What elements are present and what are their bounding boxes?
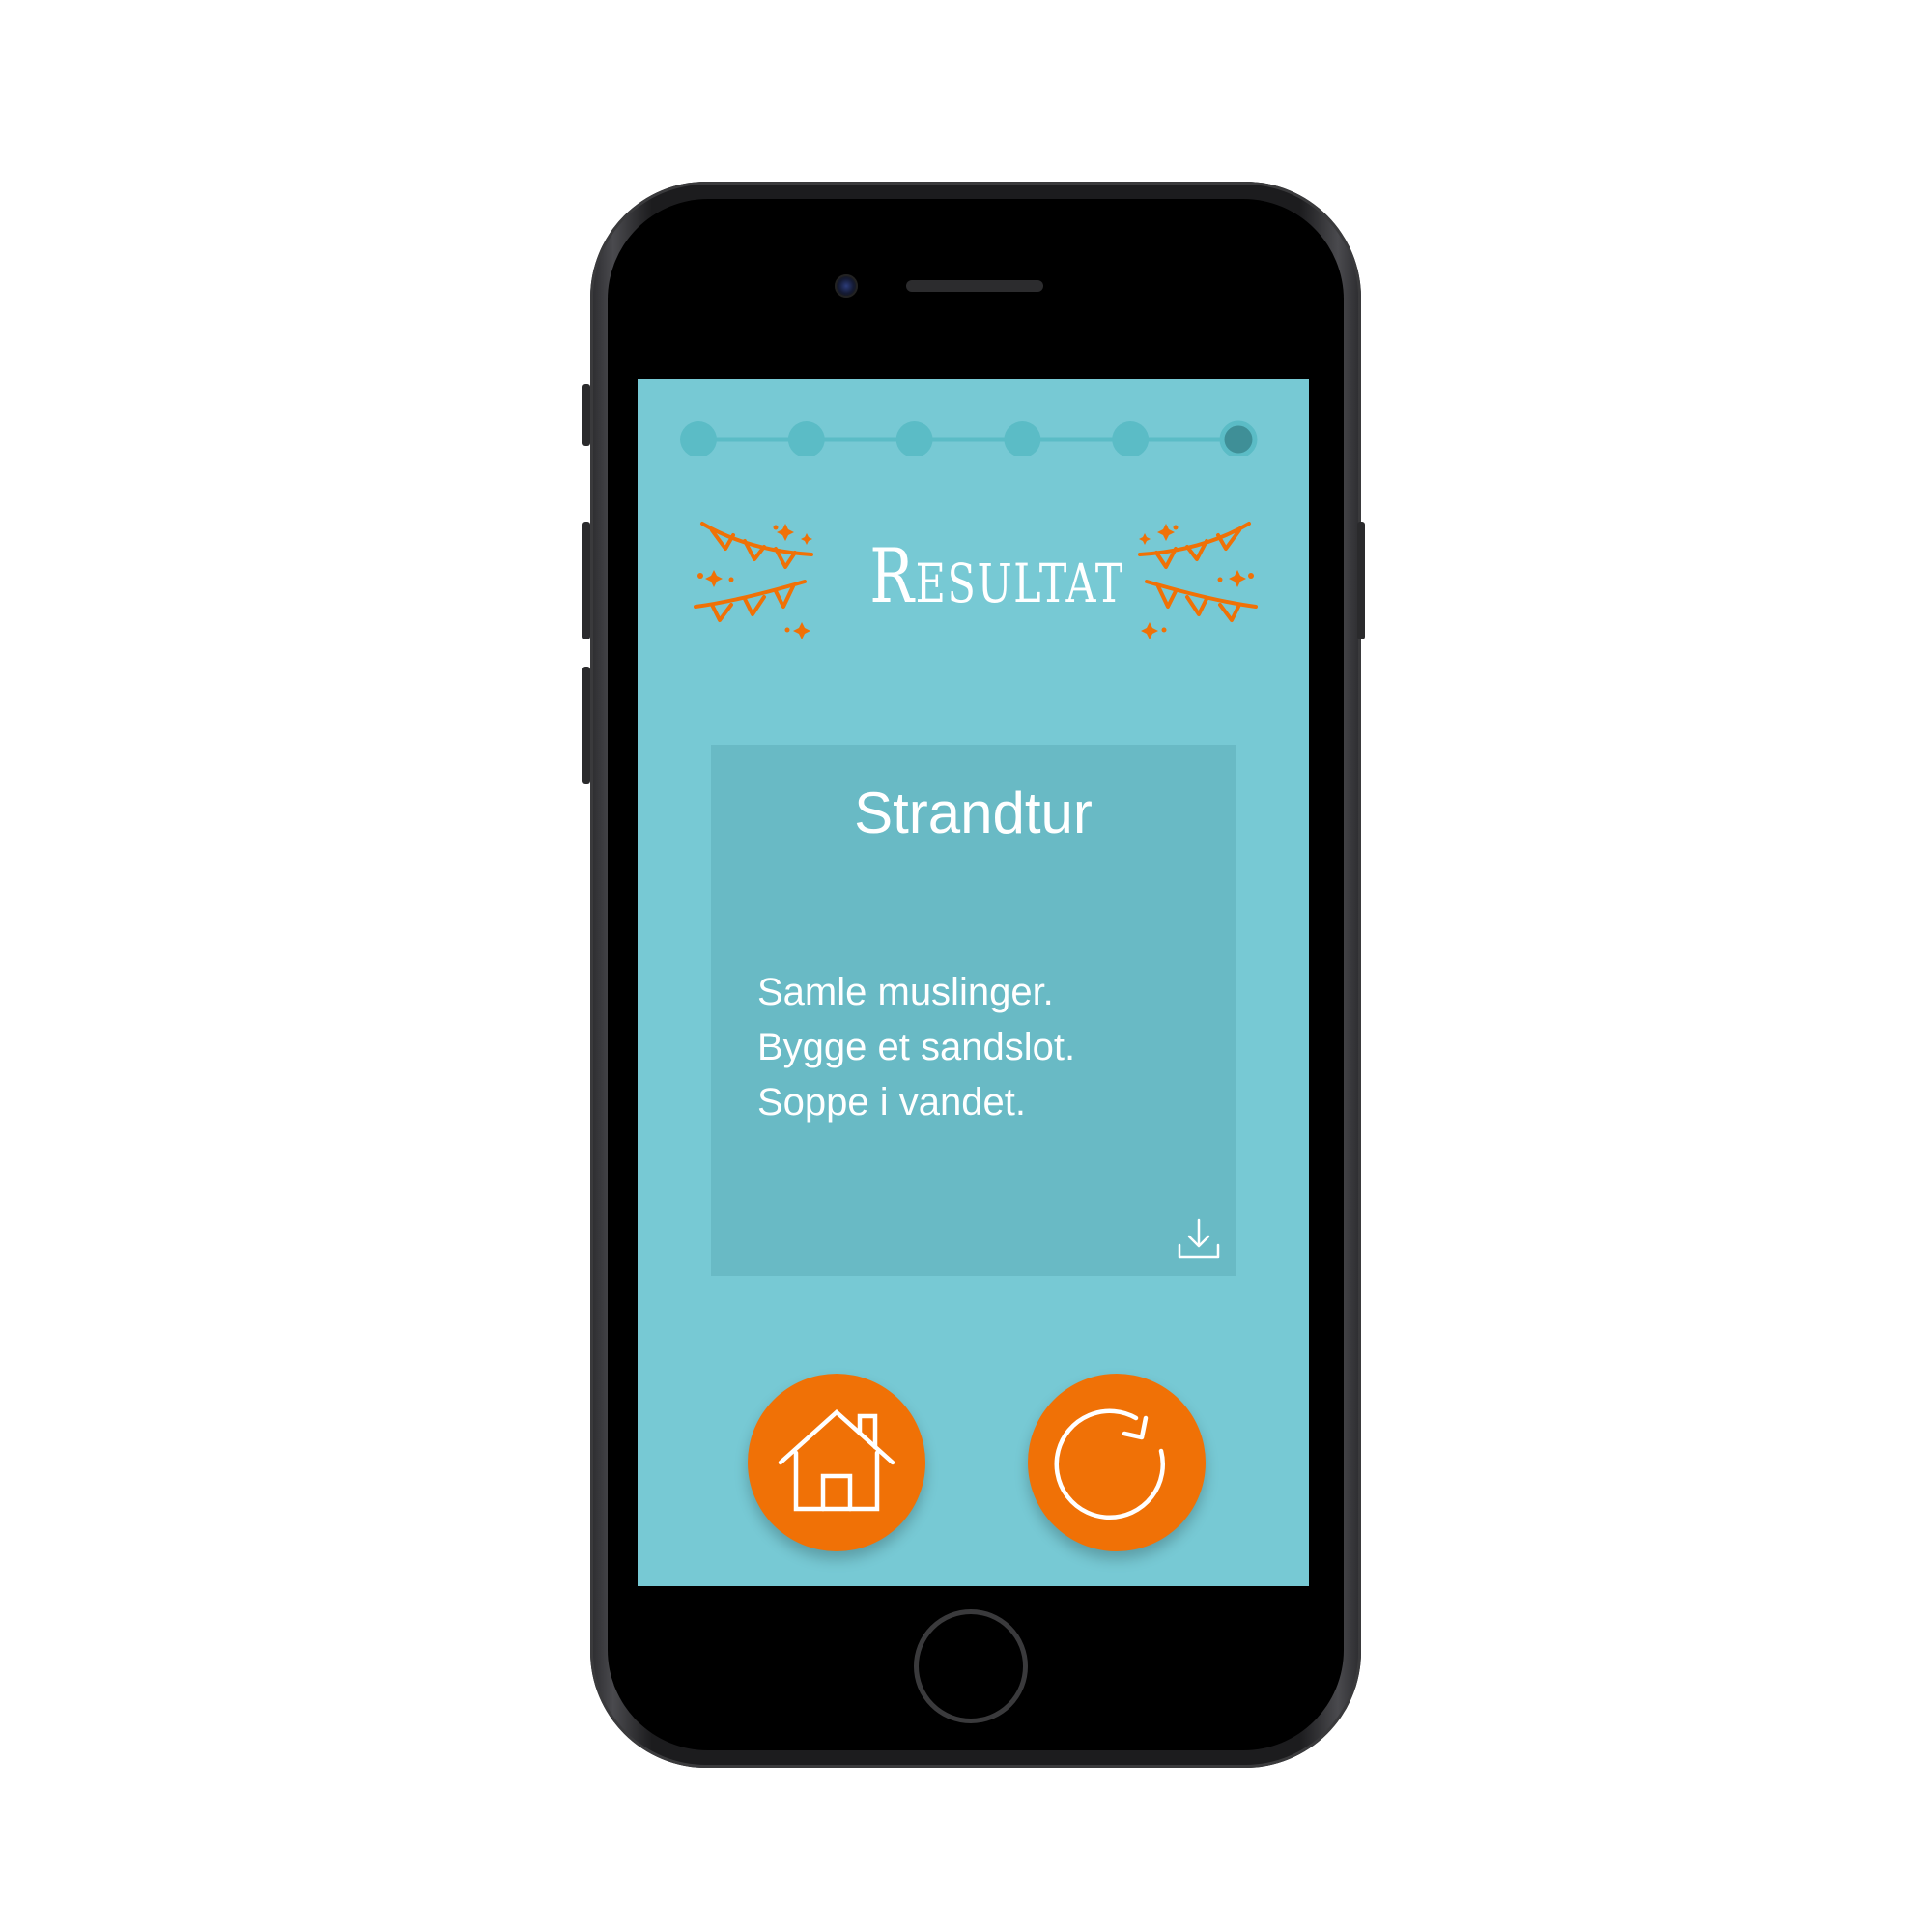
progress-dot: [895, 421, 933, 456]
download-icon[interactable]: [1176, 1216, 1222, 1263]
progress-dot: [1004, 421, 1041, 456]
front-camera: [835, 274, 858, 298]
page-title: Resultat: [869, 533, 1124, 620]
bunting-left-icon: [694, 522, 813, 639]
progress-dot: [1112, 421, 1150, 456]
activity-list: Samle muslinger. Bygge et sandslot. Sopp…: [757, 965, 1211, 1130]
progress-dot-active: [1219, 420, 1258, 456]
app-screen: Resultat Strandtur Samle muslinger. Bygg…: [638, 379, 1309, 1586]
volume-up-button: [582, 522, 590, 639]
volume-down-button: [582, 667, 590, 784]
title-row: Resultat: [638, 514, 1309, 639]
progress-dot: [680, 421, 717, 456]
activity-item: Bygge et sandslot.: [757, 1026, 1076, 1068]
activity-item: Samle muslinger.: [757, 971, 1054, 1013]
progress-dot: [787, 421, 825, 456]
restart-button[interactable]: [1028, 1374, 1206, 1551]
earpiece-speaker: [906, 280, 1043, 292]
power-button: [1357, 522, 1365, 639]
home-hardware-button[interactable]: [914, 1609, 1028, 1723]
result-card: Strandtur Samle muslinger. Bygge et sand…: [711, 745, 1236, 1276]
result-title: Strandtur: [854, 781, 1093, 845]
activity-item: Soppe i vandet.: [757, 1081, 1026, 1123]
refresh-icon: [1054, 1408, 1165, 1520]
bunting-right-icon: [1138, 522, 1258, 639]
progress-indicator: [680, 420, 1258, 456]
home-icon: [778, 1408, 895, 1512]
home-button[interactable]: [748, 1374, 925, 1551]
mute-switch: [582, 384, 590, 446]
